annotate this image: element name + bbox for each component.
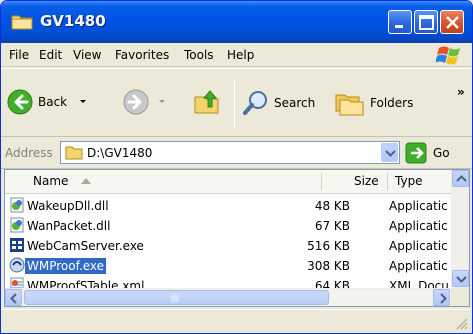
menu-tools[interactable]: Tools: [184, 48, 214, 62]
scroll-down-button[interactable]: [452, 270, 469, 287]
toolbar-separator: [234, 79, 235, 129]
go-arrow-icon: [405, 142, 427, 164]
address-input[interactable]: D:\GV1480: [60, 141, 400, 164]
maximize-button[interactable]: [414, 10, 438, 34]
menu-file[interactable]: File: [9, 48, 29, 62]
folders-button[interactable]: Folders: [334, 89, 413, 117]
go-label: Go: [433, 146, 450, 160]
file-name: WebCamServer.exe: [27, 239, 144, 253]
toolbar-overflow-button[interactable]: »: [457, 85, 465, 99]
menu-favorites[interactable]: Favorites: [115, 48, 169, 62]
chevron-down-icon: [385, 150, 396, 157]
chevron-left-icon: [10, 293, 17, 304]
scroll-up-button[interactable]: [452, 170, 469, 187]
sort-ascending-icon: [81, 178, 91, 184]
list-item[interactable]: WebCamServer.exe 516 KB Applicatic: [5, 236, 451, 256]
close-icon: [446, 16, 459, 29]
close-button[interactable]: [440, 10, 464, 34]
horizontal-scroll-thumb[interactable]: [24, 290, 329, 305]
chevron-right-icon: [440, 293, 447, 304]
address-dropdown-button[interactable]: [381, 143, 398, 162]
file-name: WMProof.exe: [25, 258, 107, 274]
file-type: Applicatic: [389, 259, 448, 273]
list-header: Name Size Type: [5, 170, 451, 194]
column-header-size[interactable]: Size: [354, 170, 379, 193]
toolbar: Back Search Folders »: [1, 68, 472, 137]
explorer-window: GV1480 File Edit View Favorites Tools He…: [0, 0, 473, 334]
chevron-down-icon[interactable]: [155, 97, 169, 107]
column-divider[interactable]: [321, 173, 322, 190]
chevron-up-icon: [456, 175, 467, 182]
windows-logo-icon: [436, 46, 460, 65]
menu-bar: File Edit View Favorites Tools Help: [1, 43, 472, 67]
minimize-icon: [395, 25, 403, 28]
chevron-down-icon: [456, 276, 467, 283]
status-bar: [1, 309, 472, 333]
back-button[interactable]: Back: [7, 89, 91, 115]
search-label: Search: [274, 96, 316, 110]
list-item[interactable]: WakeupDll.dll 48 KB Applicatic: [5, 196, 451, 216]
scrollbar-corner: [451, 288, 469, 306]
column-header-name[interactable]: Name: [33, 170, 68, 193]
folders-label: Folders: [370, 96, 414, 110]
horizontal-scrollbar[interactable]: [5, 288, 451, 306]
folder-icon: [11, 15, 33, 30]
back-arrow-icon: [7, 89, 33, 115]
forward-arrow-icon: [123, 89, 149, 115]
dll-file-icon: [10, 197, 24, 213]
file-size: 516 KB: [307, 239, 350, 253]
address-bar: Address D:\GV1480 Go: [1, 138, 472, 169]
file-type: Applicatic: [389, 219, 448, 233]
up-folder-icon: [194, 90, 219, 114]
list-item[interactable]: WanPacket.dll 67 KB Applicatic: [5, 216, 451, 236]
search-icon: [243, 91, 267, 115]
go-button[interactable]: Go: [405, 142, 465, 164]
file-list[interactable]: Name Size Type WakeupDll.dll 48 KB Appli…: [4, 169, 470, 307]
file-size: 67 KB: [314, 219, 350, 233]
menu-view[interactable]: View: [73, 48, 101, 62]
vertical-scrollbar[interactable]: [451, 170, 469, 288]
column-divider[interactable]: [387, 173, 388, 190]
search-button[interactable]: Search: [242, 89, 315, 117]
file-name: WakeupDll.dll: [27, 199, 109, 213]
file-size: 308 KB: [307, 259, 350, 273]
exe-app-icon: [9, 257, 25, 273]
scroll-right-button[interactable]: [433, 289, 450, 306]
title-bar[interactable]: GV1480: [1, 1, 472, 43]
menu-edit[interactable]: Edit: [39, 48, 62, 62]
grip-icon: [171, 294, 179, 302]
dll-file-icon: [10, 217, 24, 233]
resize-grip-icon[interactable]: [454, 316, 468, 330]
file-size: 48 KB: [314, 199, 350, 213]
forward-button[interactable]: [123, 89, 169, 115]
folder-icon: [65, 146, 83, 160]
list-item-selected[interactable]: WMProof.exe 308 KB Applicatic: [5, 256, 451, 276]
file-type: Applicatic: [389, 199, 448, 213]
window-title: GV1480: [40, 12, 106, 30]
chevron-down-icon[interactable]: [75, 97, 91, 107]
up-folder-button[interactable]: [193, 87, 223, 117]
scroll-left-button[interactable]: [5, 289, 22, 306]
exe-app-icon: [10, 238, 24, 252]
address-label: Address: [5, 146, 53, 160]
folders-icon: [335, 94, 364, 116]
menu-help[interactable]: Help: [227, 48, 254, 62]
file-type: Applicatic: [389, 239, 448, 253]
back-label: Back: [38, 95, 68, 109]
maximize-icon: [419, 15, 434, 30]
file-name: WanPacket.dll: [27, 219, 111, 233]
column-header-type[interactable]: Type: [395, 170, 423, 193]
address-value: D:\GV1480: [87, 146, 153, 160]
minimize-button[interactable]: [388, 10, 412, 34]
